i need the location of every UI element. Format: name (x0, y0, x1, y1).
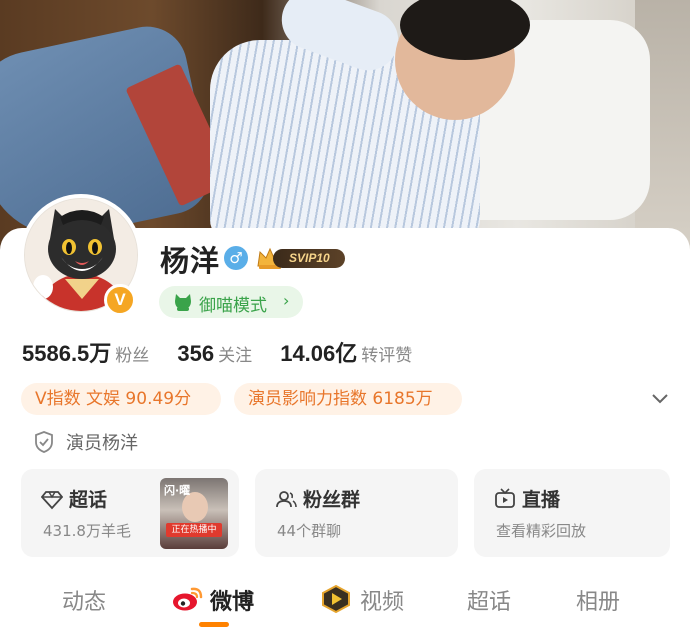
cat-icon (175, 294, 191, 311)
stat-value: 14.06亿 (280, 341, 358, 366)
stat-value: 5586.5万 (22, 341, 112, 366)
actor-index-tag[interactable]: 演员影响力指数 6185万 (234, 383, 462, 415)
stat-label: 粉丝 (115, 346, 150, 366)
tab-album[interactable]: 相册 (576, 584, 620, 616)
stat-following[interactable]: 356 关注 (177, 341, 252, 367)
tab-weibo[interactable]: 微博 (210, 584, 254, 616)
chaohua-card[interactable]: 超话 431.8万羊毛 闪·曜 正在热播中 (21, 469, 239, 557)
tab-dynamics[interactable]: 动态 (62, 584, 106, 616)
svip-label: SVIP10 (273, 249, 345, 268)
live-card[interactable]: 直播 查看精彩回放 (474, 469, 670, 557)
poster-title: 闪·曜 (164, 484, 191, 497)
card-title: 直播 (522, 489, 561, 511)
mode-label: 御喵模式 (199, 296, 267, 316)
profile-tabs: 动态 微博 视频 超话 相册 (0, 576, 690, 642)
card-title: 粉丝群 (303, 489, 361, 511)
v-index-tag[interactable]: V指数 文娱 90.49分 (21, 383, 221, 415)
stat-engagement[interactable]: 14.06亿 转评赞 (280, 336, 412, 368)
drama-poster[interactable]: 闪·曜 正在热播中 (160, 478, 228, 549)
stat-label: 转评赞 (361, 346, 413, 366)
shield-icon (35, 431, 53, 453)
svip-badge[interactable]: SVIP10 (255, 244, 345, 272)
male-icon: ♂ (224, 246, 248, 270)
card-subtitle: 431.8万羊毛 (43, 522, 131, 540)
stat-label: 关注 (218, 346, 253, 366)
card-title: 超话 (69, 489, 108, 511)
tab-video[interactable]: 视频 (360, 584, 404, 616)
card-subtitle: 查看精彩回放 (496, 522, 587, 540)
weibo-icon (173, 587, 203, 611)
profile-name: 杨洋 (160, 244, 221, 278)
active-tab-indicator (199, 622, 229, 627)
tab-chaohua[interactable]: 超话 (467, 584, 511, 616)
stats-row: 5586.5万 粉丝 356 关注 14.06亿 转评赞 (22, 336, 435, 368)
verification-text: 演员杨洋 (66, 433, 138, 454)
stat-value: 356 (177, 341, 215, 366)
group-icon (276, 491, 297, 508)
mode-button[interactable]: 御喵模式 › (159, 286, 303, 318)
chevron-right-icon: › (283, 291, 290, 310)
video-icon (322, 584, 350, 614)
card-subtitle: 44个群聊 (277, 522, 342, 540)
verified-badge-icon: V (104, 284, 136, 316)
stat-followers[interactable]: 5586.5万 粉丝 (22, 336, 149, 368)
diamond-icon (41, 491, 63, 510)
chevron-down-icon[interactable] (650, 388, 670, 408)
fans-group-card[interactable]: 粉丝群 44个群聊 (255, 469, 458, 557)
poster-live-label: 正在热播中 (166, 523, 222, 537)
tv-play-icon (495, 488, 515, 508)
profile-page: V 杨洋 ♂ SVIP10 御喵模式 › 5586.5万 粉丝 356 关注 14.… (0, 0, 690, 642)
